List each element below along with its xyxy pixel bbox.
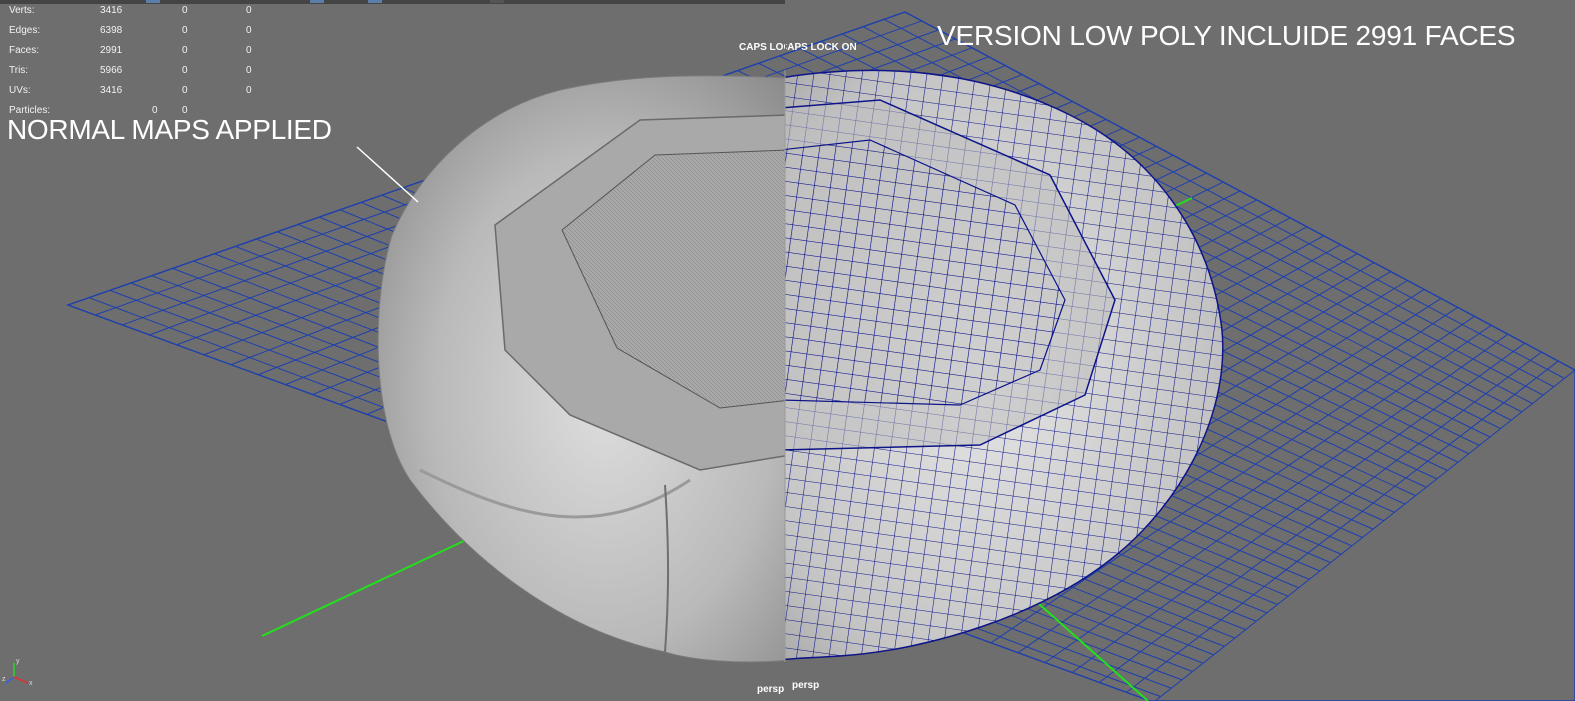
stats-label: Verts: <box>9 5 35 16</box>
toolbar-chip[interactable] <box>310 0 324 3</box>
grid-line <box>1149 369 1575 701</box>
toolbar-chip[interactable] <box>146 0 160 3</box>
normal-mapped-mesh[interactable] <box>377 75 790 663</box>
stats-value: 0 <box>182 25 188 36</box>
normal-maps-annotation: NORMAL MAPS APPLIED <box>7 114 332 145</box>
stats-value: 0 <box>182 85 188 96</box>
axis-z-label: z <box>2 676 6 683</box>
stats-value: 0 <box>182 65 188 76</box>
stats-value: 0 <box>246 25 252 36</box>
stats-label: UVs: <box>9 85 31 96</box>
stats-value: 0 <box>182 45 188 56</box>
stats-label: Edges: <box>9 25 41 36</box>
low-poly-annotation: VERSION LOW POLY INCLUIDE 2991 FACES <box>937 20 1516 51</box>
toolbar-chip[interactable] <box>490 0 504 3</box>
camera-label-left: persp <box>757 684 785 695</box>
stats-value: 2991 <box>100 45 123 56</box>
caps-lock-text: CAPS LOCK ON <box>786 42 856 53</box>
viewport-scene[interactable] <box>0 0 1575 701</box>
low-poly-wireframe-mesh[interactable] <box>780 69 1224 661</box>
stats-value: 0 <box>246 65 252 76</box>
axis-y-label: y <box>16 658 20 665</box>
toolbar-strip <box>0 0 785 4</box>
stats-value: 5966 <box>100 65 123 76</box>
maya-viewport[interactable]: Verts: 3416 0 0 Edges: 6398 0 0 Faces: 2… <box>0 0 1575 701</box>
camera-label-right: persp <box>792 680 820 691</box>
stats-label: Tris: <box>9 65 29 76</box>
stats-value: 3416 <box>100 5 123 16</box>
axis-x-label: x <box>29 680 33 687</box>
stats-value: 6398 <box>100 25 123 36</box>
caps-lock-indicator-right: CAPS LOCK ON <box>786 42 856 53</box>
caps-lock-indicator-left: CAPS LOCK ON <box>739 42 785 53</box>
toolbar-chip[interactable] <box>368 0 382 3</box>
stats-value: 0 <box>246 85 252 96</box>
stats-value: 0 <box>246 5 252 16</box>
axis-gizmo-icon: y x z <box>2 658 33 687</box>
stats-value: 0 <box>182 5 188 16</box>
stats-label: Faces: <box>9 45 40 56</box>
stats-value: 0 <box>246 45 252 56</box>
stats-value: 3416 <box>100 85 123 96</box>
